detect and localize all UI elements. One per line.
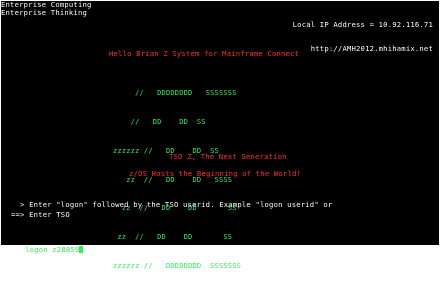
header-right: Local IP Address = 10.92.116.71 http://A… (267, 5, 433, 69)
logo-line: // DDDDDDDD SSSSSSS (113, 89, 237, 98)
cursor-icon (79, 246, 84, 253)
logo-line: zz // DD DD SS (113, 233, 233, 242)
ascii-logo: // DDDDDDDD SSSSSSS // DD DD SS zzzzzz /… (113, 70, 241, 291)
command-input-text[interactable]: logon z28859 (25, 245, 79, 254)
command-input-line[interactable]: logon z28859 (7, 238, 84, 262)
terminal-screen[interactable]: Enterprise Computing Enterprise Thinking… (1, 1, 439, 270)
tagline-primary: TSO Z, The Next Generation (169, 152, 287, 161)
instruction-line-2: ==> Enter TSO (11, 210, 70, 219)
banner-title: Hello Brian Z System for Mainframe Conne… (109, 49, 300, 58)
logo-line: // DD DD SS (113, 117, 206, 126)
header-right-line1: Local IP Address = 10.92.116.71 (292, 20, 433, 29)
tagline-secondary: z/OS Hosts the Beginning of the World! (129, 169, 302, 178)
logo-line: zzzzzz // DDDDDDDD SSSSSSS (113, 261, 242, 270)
instruction-line-1: > Enter "logon" followed by the TSO user… (11, 200, 333, 209)
